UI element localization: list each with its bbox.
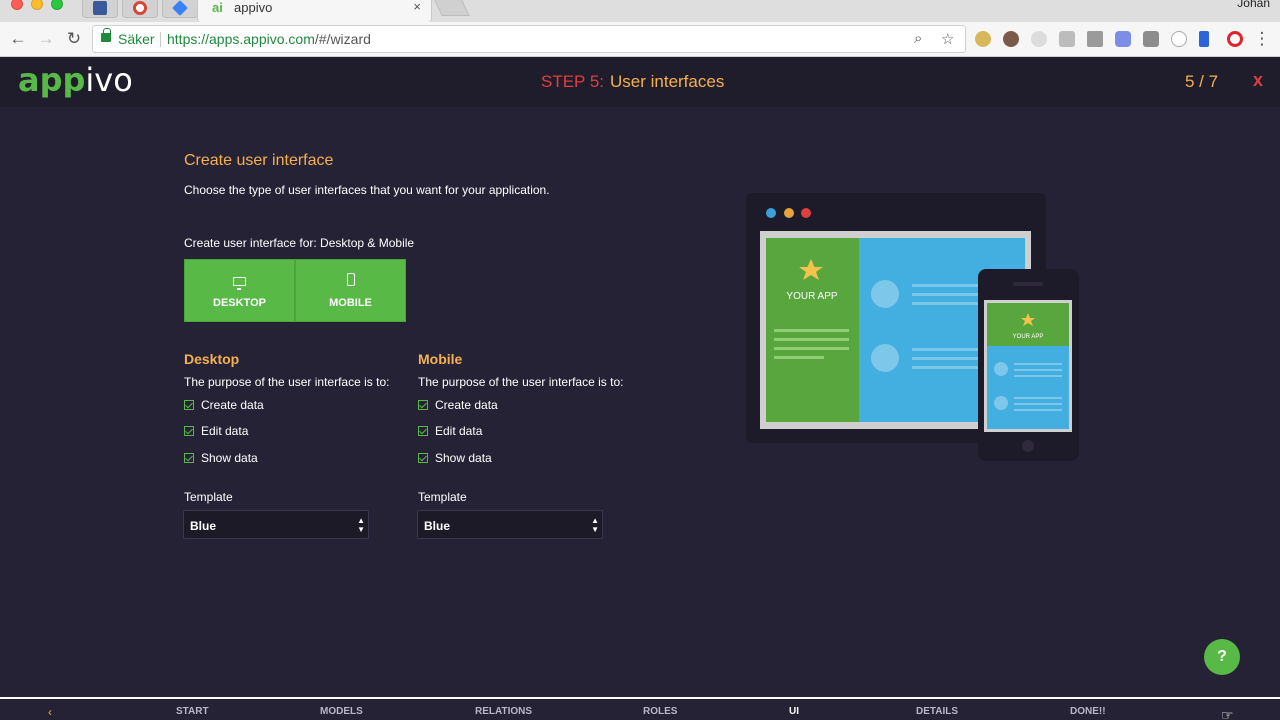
mobile-button-label: MOBILE bbox=[329, 297, 372, 309]
opera-icon[interactable] bbox=[1227, 31, 1243, 47]
omnibox-separator bbox=[160, 32, 161, 47]
wizard-main: Create user interface Choose the type of… bbox=[0, 107, 1280, 697]
pinned-tab-google[interactable] bbox=[122, 0, 158, 18]
section-title: Create user interface bbox=[184, 152, 334, 169]
browser-menu-icon[interactable]: ⋮ bbox=[1252, 29, 1272, 49]
logo-part-ivo: ivo bbox=[85, 61, 133, 99]
active-tab[interactable]: ai appivo × bbox=[197, 0, 432, 22]
step-progress: 5 / 7 bbox=[1185, 72, 1219, 91]
wizard-steps-bar: ‹ START MODELS RELATIONS ROLES UI DETAIL… bbox=[0, 697, 1280, 720]
facebook-icon bbox=[93, 1, 107, 15]
bookmark-star-icon[interactable]: ☆ bbox=[941, 30, 954, 48]
mobile-show-checkbox[interactable] bbox=[418, 453, 428, 463]
step-done[interactable]: DONE!! bbox=[1070, 706, 1106, 717]
appivo-favicon: ai bbox=[212, 0, 223, 15]
url-host: https://apps.appivo.com bbox=[167, 31, 315, 47]
mobile-template-value: Blue bbox=[424, 519, 451, 533]
mobile-create-checkbox[interactable] bbox=[418, 400, 428, 410]
step-models[interactable]: MODELS bbox=[320, 706, 363, 717]
step-roles[interactable]: ROLES bbox=[643, 706, 677, 717]
mobile-show-label[interactable]: Show data bbox=[435, 451, 492, 465]
back-arrow-icon[interactable]: ← bbox=[8, 29, 28, 49]
diamond-icon bbox=[172, 0, 188, 16]
step-relations[interactable]: RELATIONS bbox=[475, 706, 532, 717]
search-icon[interactable]: ⌕ bbox=[914, 30, 922, 47]
close-wizard-button[interactable]: x bbox=[1253, 70, 1263, 91]
mobile-platform-button[interactable]: MOBILE bbox=[295, 259, 406, 322]
wizard-step-title: STEP 5: User interfaces bbox=[541, 72, 724, 92]
window-zoom-button[interactable] bbox=[51, 0, 63, 10]
select-arrows-icon: ▲ ▼ bbox=[357, 516, 365, 534]
app-header: appivo STEP 5: User interfaces 5 / 7 x bbox=[0, 57, 1280, 107]
desktop-show-label[interactable]: Show data bbox=[201, 451, 258, 465]
desktop-create-checkbox[interactable] bbox=[184, 400, 194, 410]
desktop-your-app-text: YOUR APP bbox=[786, 291, 837, 302]
ui-preview-illustration: YOUR APP YOUR APP bbox=[746, 193, 1079, 461]
phone-icon bbox=[346, 273, 355, 286]
step-start[interactable]: START bbox=[176, 706, 209, 717]
pinned-tab-diamond[interactable] bbox=[162, 0, 198, 18]
desktop-platform-button[interactable]: DESKTOP bbox=[184, 259, 295, 322]
secure-label: Säker bbox=[118, 31, 155, 47]
new-tab-button[interactable] bbox=[434, 0, 470, 16]
window-minimize-button[interactable] bbox=[31, 0, 43, 10]
mobile-purpose-label: The purpose of the user interface is to: bbox=[418, 375, 624, 389]
mobile-template-label: Template bbox=[418, 490, 467, 504]
appivo-logo[interactable]: appivo bbox=[18, 61, 133, 99]
pinned-tab-facebook[interactable] bbox=[82, 0, 118, 18]
extension-icon-1[interactable] bbox=[975, 31, 991, 47]
forward-arrow-icon[interactable]: → bbox=[36, 29, 56, 49]
bolt-icon[interactable] bbox=[1199, 31, 1209, 47]
url-path: /#/wizard bbox=[314, 31, 371, 47]
desktop-edit-label[interactable]: Edit data bbox=[201, 424, 248, 438]
mobile-create-label[interactable]: Create data bbox=[435, 398, 498, 412]
tab-close-icon[interactable]: × bbox=[413, 0, 421, 14]
hand-cursor-icon: ☞ bbox=[1221, 707, 1234, 720]
mobile-edit-label[interactable]: Edit data bbox=[435, 424, 482, 438]
extension-r-icon[interactable] bbox=[1115, 31, 1131, 47]
step-number: STEP 5: bbox=[541, 72, 604, 91]
logo-part-app: app bbox=[18, 61, 86, 99]
help-button[interactable]: ? bbox=[1204, 639, 1240, 675]
step-details[interactable]: DETAILS bbox=[916, 706, 958, 717]
desktop-template-label: Template bbox=[184, 490, 233, 504]
mobile-heading: Mobile bbox=[418, 351, 463, 367]
address-bar[interactable]: Säker https://apps.appivo.com/#/wizard ⌕… bbox=[92, 25, 966, 53]
create-for-label: Create user interface for: Desktop & Mob… bbox=[184, 236, 415, 250]
extension-icon-3[interactable] bbox=[1031, 31, 1047, 47]
window-close-button[interactable] bbox=[11, 0, 23, 10]
browser-toolbar: ← → ↻ Säker https://apps.appivo.com/#/wi… bbox=[0, 22, 1280, 57]
previous-step-arrow-icon[interactable]: ‹ bbox=[48, 705, 52, 719]
desktop-show-checkbox[interactable] bbox=[184, 453, 194, 463]
reload-icon[interactable]: ↻ bbox=[64, 29, 84, 49]
extension-circle-icon[interactable] bbox=[1171, 31, 1187, 47]
desktop-template-select[interactable]: Blue ▲ ▼ bbox=[183, 510, 369, 539]
url-text[interactable]: https://apps.appivo.com/#/wizard bbox=[167, 31, 371, 47]
step-name: User interfaces bbox=[610, 72, 725, 91]
desktop-button-label: DESKTOP bbox=[213, 297, 266, 309]
browser-tab-bar: ai appivo × Johan bbox=[0, 0, 1280, 22]
dropbox-icon[interactable] bbox=[1059, 31, 1075, 47]
select-arrows-icon: ▲ ▼ bbox=[591, 516, 599, 534]
extension-icon-2[interactable] bbox=[1003, 31, 1019, 47]
desktop-purpose-label: The purpose of the user interface is to: bbox=[184, 375, 390, 389]
profile-name[interactable]: Johan bbox=[1237, 0, 1270, 10]
mobile-edit-checkbox[interactable] bbox=[418, 426, 428, 436]
step-ui[interactable]: UI bbox=[789, 706, 799, 717]
tab-title: appivo bbox=[234, 0, 273, 15]
google-icon bbox=[133, 1, 147, 15]
lock-icon bbox=[101, 28, 111, 42]
desktop-edit-checkbox[interactable] bbox=[184, 426, 194, 436]
desktop-create-label[interactable]: Create data bbox=[201, 398, 264, 412]
mobile-your-app-text: YOUR APP bbox=[1013, 334, 1044, 340]
vuejs-icon[interactable] bbox=[1087, 31, 1103, 47]
monitor-icon bbox=[233, 277, 246, 290]
desktop-heading: Desktop bbox=[184, 351, 240, 367]
desktop-template-value: Blue bbox=[190, 519, 217, 533]
extension-square-icon[interactable] bbox=[1143, 31, 1159, 47]
section-description: Choose the type of user interfaces that … bbox=[184, 183, 550, 197]
mobile-template-select[interactable]: Blue ▲ ▼ bbox=[417, 510, 603, 539]
